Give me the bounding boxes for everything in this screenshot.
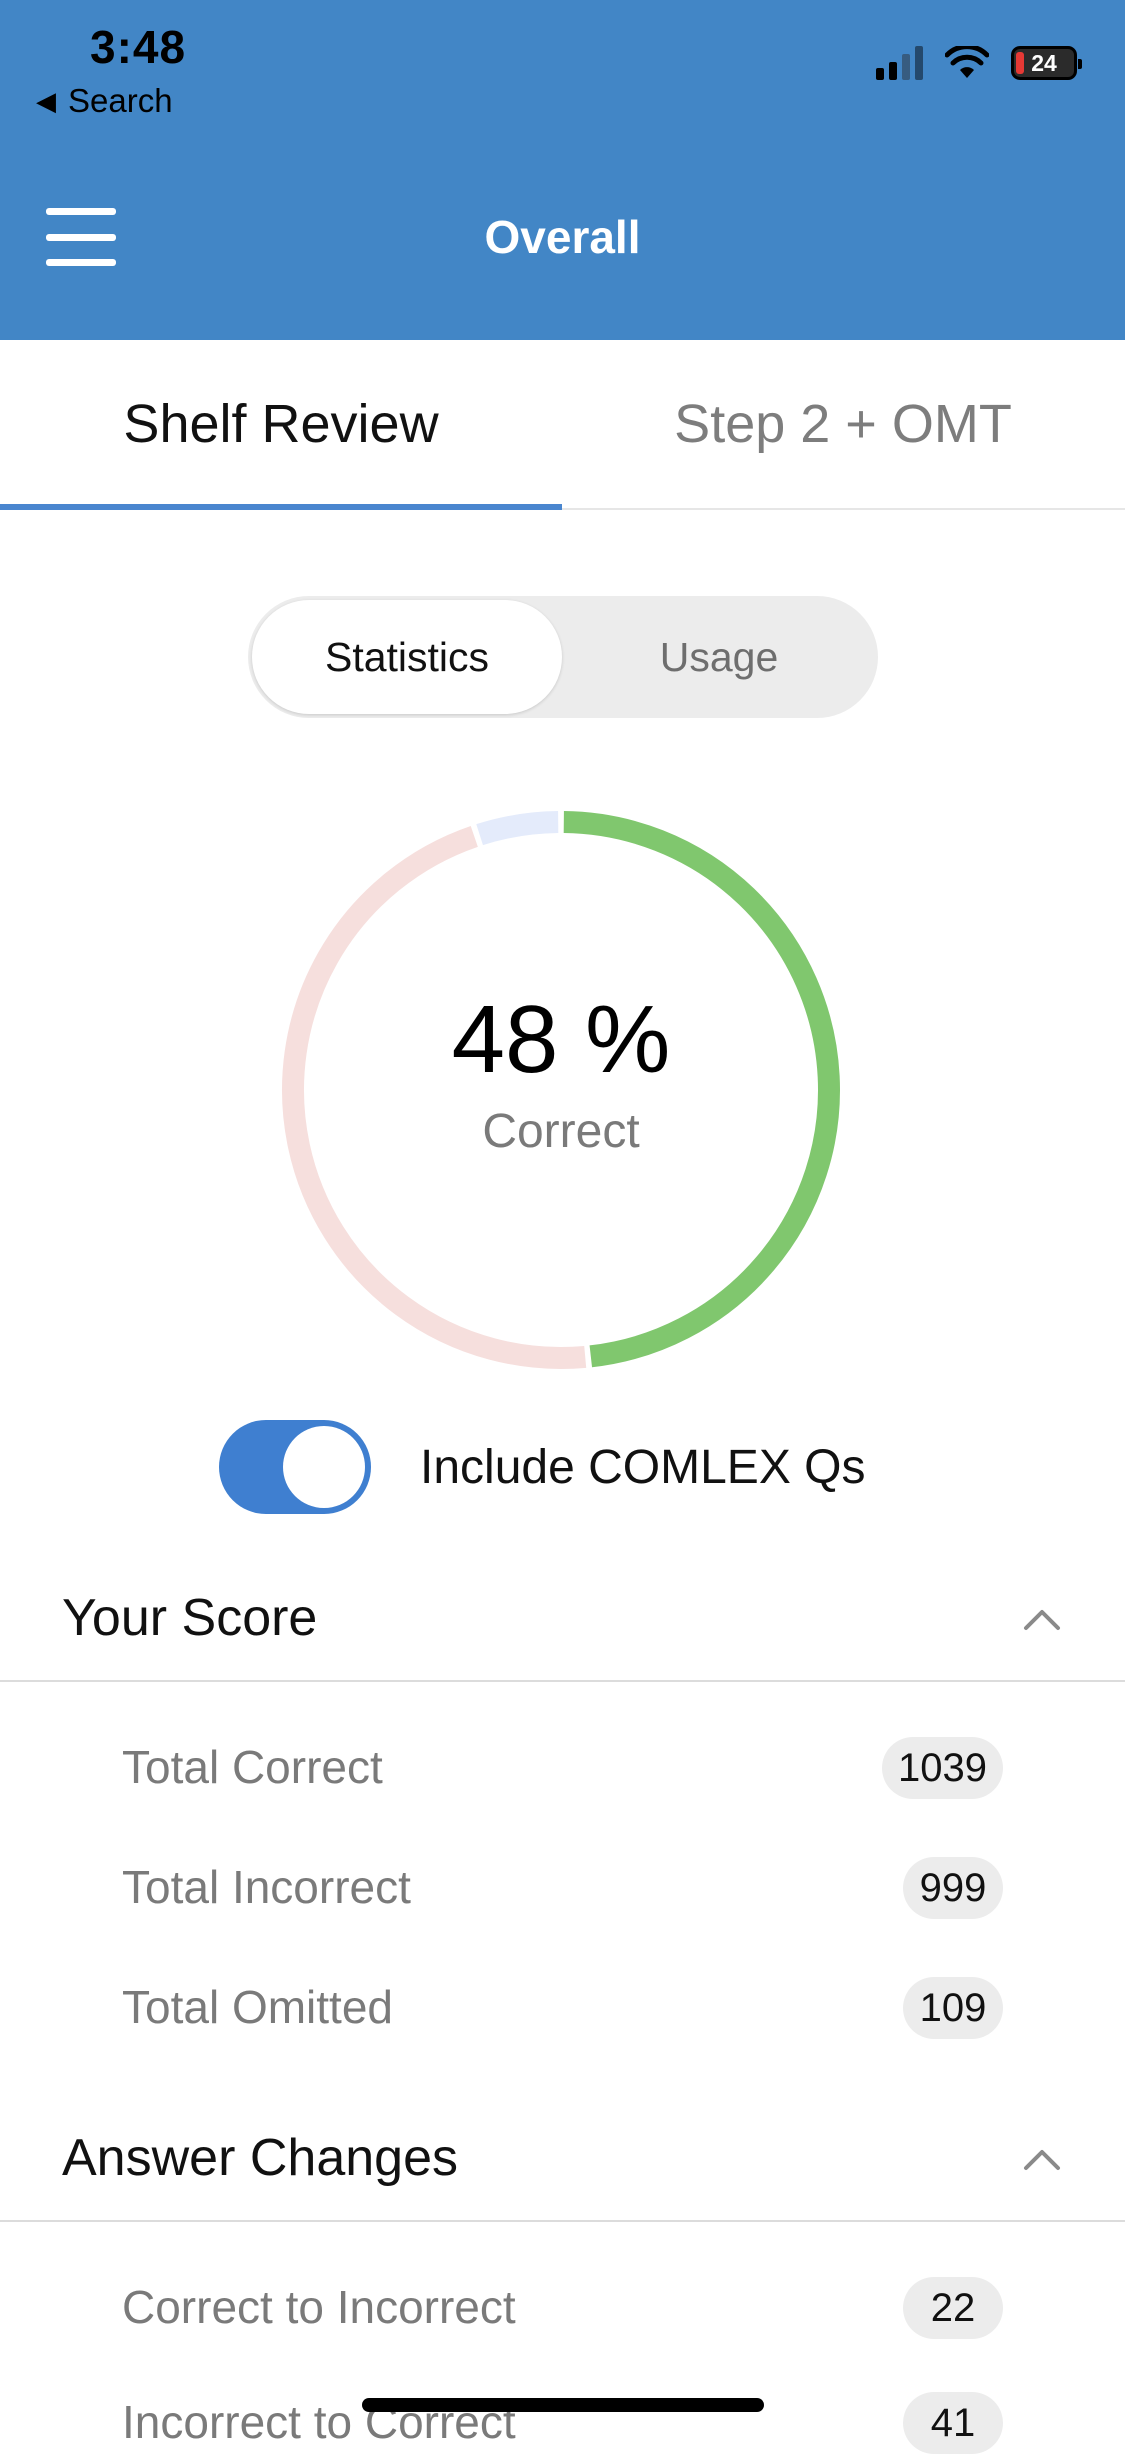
total-omitted-label: Total Omitted [122,1981,393,2033]
chevron-up-icon[interactable] [1023,2140,1061,2178]
wifi-icon [945,46,989,78]
total-correct-label: Total Correct [122,1741,383,1793]
correct-to-incorrect-label: Correct to Incorrect [122,2281,516,2333]
percent-correct-label: Correct [482,1104,640,1158]
battery-level: 24 [1031,49,1057,76]
page-title: Overall [484,211,641,263]
your-score-heading: Your Score [62,1589,318,1647]
donut-center: 48 % Correct [281,810,841,1370]
toggle-knob [283,1426,365,1508]
chevron-up-icon[interactable] [1023,1600,1061,1638]
answer-changes-heading: Answer Changes [62,2129,458,2187]
percent-correct-value: 48 % [451,985,671,1093]
total-incorrect-label: Total Incorrect [122,1861,411,1913]
tab-shelf-review[interactable]: Shelf Review [0,340,562,508]
back-link-label: Search [68,82,173,119]
total-correct-badge: 1039 [882,1737,1003,1799]
tab-bar: Shelf Review Step 2 + OMT [0,340,1125,510]
incorrect-to-correct-badge: 41 [903,2392,1003,2454]
status-time: 3:48 [90,21,187,73]
back-arrow-icon: ◀ [36,85,56,116]
total-incorrect-badge: 999 [903,1857,1003,1919]
divider [0,1680,1125,1682]
segment-usage[interactable]: Usage [564,600,874,714]
correct-to-incorrect-badge: 22 [903,2277,1003,2339]
tab-step2-omt[interactable]: Step 2 + OMT [562,340,1124,508]
divider [0,2220,1125,2222]
segment-statistics[interactable]: Statistics [252,600,562,714]
back-to-search-link[interactable]: ◀ Search [36,82,173,120]
include-comlex-toggle[interactable] [219,1420,371,1514]
battery-icon: 24 [1011,46,1082,80]
home-indicator [362,2398,764,2412]
statistics-usage-segmented-control: Statistics Usage [248,596,878,718]
app-header: 3:48 ◀ Search 24 Overall [0,0,1125,340]
include-comlex-label: Include COMLEX Qs [420,1441,866,1494]
status-icons: 24 [876,46,1082,80]
cellular-signal-icon [876,46,923,80]
score-donut-chart: 48 % Correct [281,810,841,1370]
total-omitted-badge: 109 [903,1977,1003,2039]
active-tab-indicator [0,504,562,510]
